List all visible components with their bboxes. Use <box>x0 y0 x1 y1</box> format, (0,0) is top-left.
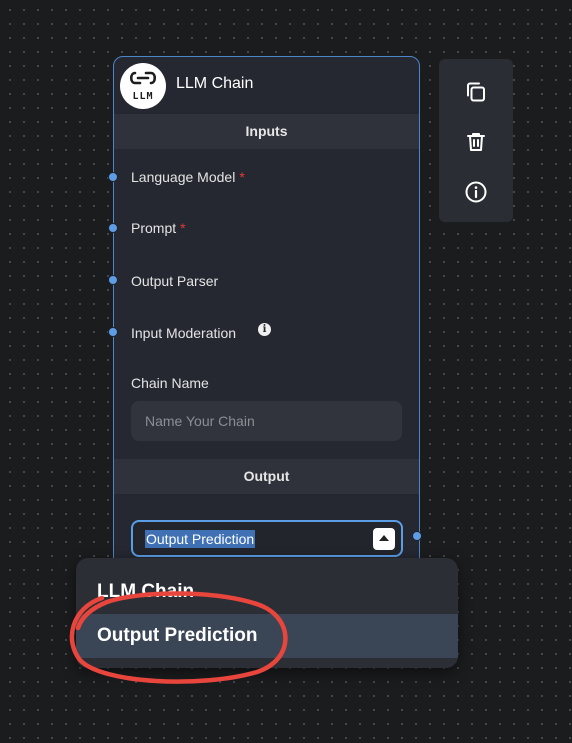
logo-text: LLM <box>132 91 154 102</box>
required-marker: * <box>180 220 186 236</box>
dropdown-option-llm-chain[interactable]: LLM Chain <box>76 570 458 614</box>
output-select[interactable]: Output Prediction <box>131 520 403 557</box>
input-output-parser: Output Parser <box>131 273 218 289</box>
inputs-section-header: Inputs <box>114 114 419 149</box>
llm-chain-node[interactable]: LLM LLM Chain Inputs Language Model * Pro… <box>108 56 422 576</box>
input-label: Language Model <box>131 169 236 185</box>
output-dropdown-list: LLM Chain Output Prediction <box>76 558 458 668</box>
trash-icon[interactable] <box>464 130 488 154</box>
node-title: LLM Chain <box>176 75 254 92</box>
caret-up-icon[interactable] <box>373 528 395 550</box>
output-handle[interactable] <box>412 531 422 541</box>
node-header[interactable]: LLM LLM Chain <box>114 57 419 113</box>
input-input-moderation: Input Moderation <box>131 325 236 341</box>
input-prompt: Prompt * <box>131 220 186 236</box>
llm-logo: LLM <box>120 63 166 109</box>
output-select-value: Output Prediction <box>145 530 256 548</box>
input-label: Prompt <box>131 220 177 236</box>
chain-link-icon <box>129 71 157 85</box>
info-icon[interactable]: i <box>258 323 271 336</box>
input-moderation-handle[interactable] <box>108 327 118 337</box>
required-marker: * <box>239 169 245 185</box>
info-icon[interactable] <box>464 180 488 204</box>
chain-name-label: Chain Name <box>131 375 209 391</box>
input-language-model: Language Model * <box>131 169 245 185</box>
chain-name-input[interactable] <box>131 401 402 441</box>
input-label: Output Parser <box>131 273 219 289</box>
output-parser-handle[interactable] <box>108 275 118 285</box>
output-section-header: Output <box>114 459 419 494</box>
copy-icon[interactable] <box>464 80 488 104</box>
language-model-handle[interactable] <box>108 172 118 182</box>
input-label: Input Moderation <box>131 325 237 341</box>
dropdown-option-output-prediction[interactable]: Output Prediction <box>76 614 458 658</box>
prompt-handle[interactable] <box>108 223 118 233</box>
node-toolbar <box>439 59 513 222</box>
